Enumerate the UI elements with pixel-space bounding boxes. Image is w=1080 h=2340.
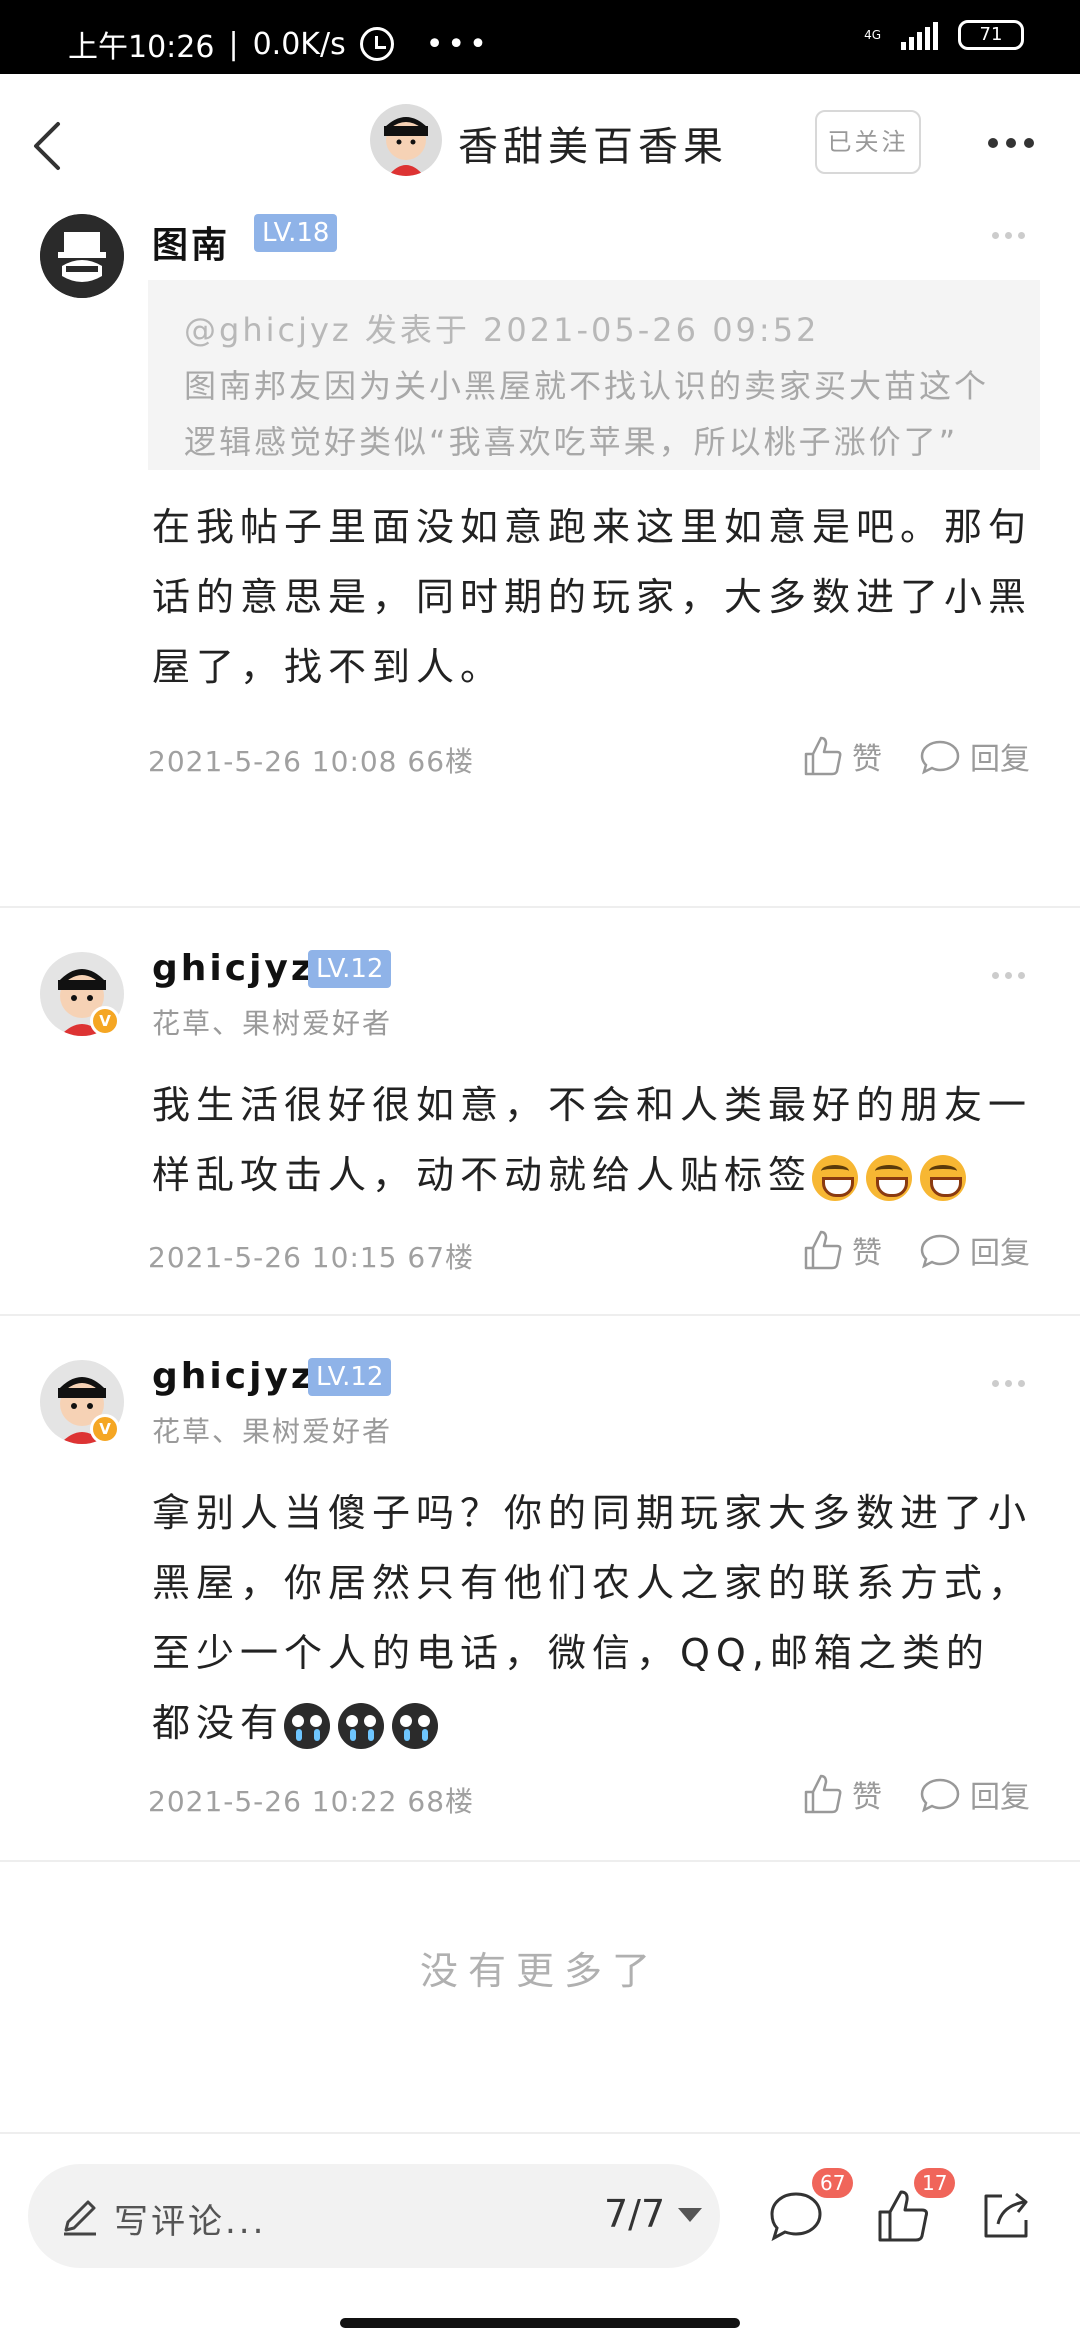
commenter-name[interactable]: ghicjyz: [152, 948, 315, 989]
author-avatar[interactable]: [370, 104, 442, 176]
comment-item: 图南 LV.18 @ghicjyz 发表于 2021-05-26 09:52 图…: [0, 214, 1080, 908]
bottom-bar: 写评论... 7/7 67 17: [0, 2132, 1080, 2340]
level-badge: LV.12: [308, 950, 392, 988]
reply-label: 回复: [970, 1780, 1030, 1815]
network-type: 4G: [864, 28, 881, 42]
more-icon[interactable]: [988, 138, 1034, 148]
status-network-speed: 0.0K/s: [252, 26, 346, 62]
comment-more-icon[interactable]: [992, 232, 1025, 239]
commenter-name[interactable]: 图南: [152, 216, 230, 268]
crying-emoji-icon: [284, 1702, 331, 1749]
comment-more-icon[interactable]: [992, 972, 1025, 979]
comment-timestamp: 2021-5-26 10:22: [148, 1785, 398, 1818]
comment-text: 我生活很好很如意，不会和人类最好的朋友一样乱攻击人，动不动就给人贴标签: [152, 1070, 1032, 1210]
pencil-icon: [64, 2200, 96, 2236]
reply-button[interactable]: 回复: [918, 734, 1030, 778]
reply-icon: [920, 1778, 960, 1813]
comment-floor: 67楼: [407, 1241, 475, 1274]
comment-meta: 2021-5-26 10:15 67楼: [148, 1236, 474, 1276]
quote-meta: @ghicjyz 发表于 2021-05-26 09:52: [184, 311, 820, 349]
comment-item: V ghicjyz LV.12 花草、果树爱好者 拿别人当傻子吗？你的同期玩家大…: [0, 1318, 1080, 1862]
end-of-list-text: 没有更多了: [419, 1949, 660, 1993]
like-icon: [804, 1230, 842, 1270]
like-icon: [804, 1774, 842, 1814]
alarm-icon: [359, 27, 394, 61]
verified-badge: V: [90, 1414, 120, 1444]
crying-emoji-icon: [392, 1702, 439, 1749]
quote-text: 图南邦友因为关小黑屋就不找认识的卖家买大苗这个逻辑感觉好类似“我喜欢吃苹果，所以…: [184, 367, 990, 461]
comment-floor: 68楼: [407, 1785, 475, 1818]
commenter-avatar-image: [40, 214, 124, 298]
like-label: 赞: [852, 1780, 882, 1815]
page-dropdown-icon[interactable]: [678, 2208, 702, 2222]
comment-item: V ghicjyz LV.12 花草、果树爱好者 我生活很好很如意，不会和人类最…: [0, 910, 1080, 1316]
like-label: 赞: [852, 742, 882, 777]
comment-floor: 66楼: [407, 745, 475, 778]
quoted-reply[interactable]: @ghicjyz 发表于 2021-05-26 09:52 图南邦友因为关小黑屋…: [148, 280, 1040, 470]
reply-button[interactable]: 回复: [918, 1772, 1030, 1816]
comment-text: 在我帖子里面没如意跑来这里如意是吧。那句话的意思是，同时期的玩家，大多数进了小黑…: [152, 505, 1033, 689]
page-indicator[interactable]: 7/7: [604, 2192, 665, 2236]
post-header: 香甜美百香果 已关注: [0, 74, 1080, 214]
author-name[interactable]: 香甜美百香果: [458, 114, 728, 172]
status-separator: |: [228, 26, 239, 62]
comment-text: 拿别人当傻子吗？你的同期玩家大多数进了小黑屋，你居然只有他们农人之家的联系方式，…: [152, 1478, 1032, 1758]
reply-icon: [920, 1234, 960, 1269]
level-badge: LV.18: [254, 214, 338, 252]
comment-meta: 2021-5-26 10:22 68楼: [148, 1780, 474, 1820]
level-badge: LV.12: [308, 1358, 392, 1396]
like-label: 赞: [852, 1236, 882, 1271]
verified-badge: V: [90, 1006, 120, 1036]
commenter-subtitle: 花草、果树爱好者: [152, 1007, 393, 1040]
laughing-emoji-icon: [920, 1154, 967, 1201]
commenter-subtitle: 花草、果树爱好者: [152, 1415, 393, 1448]
like-button[interactable]: 赞: [800, 1228, 882, 1272]
status-left: 上午10:26 | 0.0K/s •••: [68, 22, 491, 66]
comment-more-icon[interactable]: [992, 1380, 1025, 1387]
share-icon[interactable]: [976, 2186, 1036, 2246]
status-overflow-dots: •••: [425, 26, 491, 62]
comment-meta: 2021-5-26 10:08 66楼: [148, 740, 474, 780]
comment-timestamp: 2021-5-26 10:15: [148, 1241, 398, 1274]
laughing-emoji-icon: [866, 1154, 913, 1201]
reply-icon: [920, 740, 960, 775]
status-bar: 上午10:26 | 0.0K/s ••• 4G 71: [0, 0, 1080, 74]
crying-emoji-icon: [338, 1702, 385, 1749]
home-indicator[interactable]: [340, 2318, 740, 2328]
reply-label: 回复: [970, 1236, 1030, 1271]
follow-button[interactable]: 已关注: [815, 110, 921, 174]
reply-button[interactable]: 回复: [918, 1228, 1030, 1272]
comment-count-badge: 67: [812, 2168, 854, 2198]
battery-icon: 71: [958, 20, 1024, 50]
like-button[interactable]: 赞: [800, 734, 882, 778]
reply-label: 回复: [970, 742, 1030, 777]
commenter-avatar[interactable]: [40, 214, 124, 298]
like-button[interactable]: 赞: [800, 1772, 882, 1816]
author-avatar-image: [370, 104, 442, 176]
commenter-name[interactable]: ghicjyz: [152, 1356, 315, 1397]
comment-text-body: 拿别人当傻子吗？你的同期玩家大多数进了小黑屋，你居然只有他们农人之家的联系方式，…: [152, 1491, 1033, 1745]
laughing-emoji-icon: [812, 1154, 859, 1201]
comment-input-placeholder: 写评论...: [114, 2202, 267, 2242]
like-count-badge: 17: [914, 2168, 956, 2198]
like-icon: [804, 736, 842, 776]
signal-icon: [901, 20, 938, 50]
comment-timestamp: 2021-5-26 10:08: [148, 745, 398, 778]
status-time: 上午10:26: [68, 30, 215, 65]
back-icon[interactable]: [26, 116, 76, 176]
status-right: 4G 71: [864, 20, 1024, 50]
comment-input[interactable]: 写评论... 7/7: [28, 2164, 720, 2268]
